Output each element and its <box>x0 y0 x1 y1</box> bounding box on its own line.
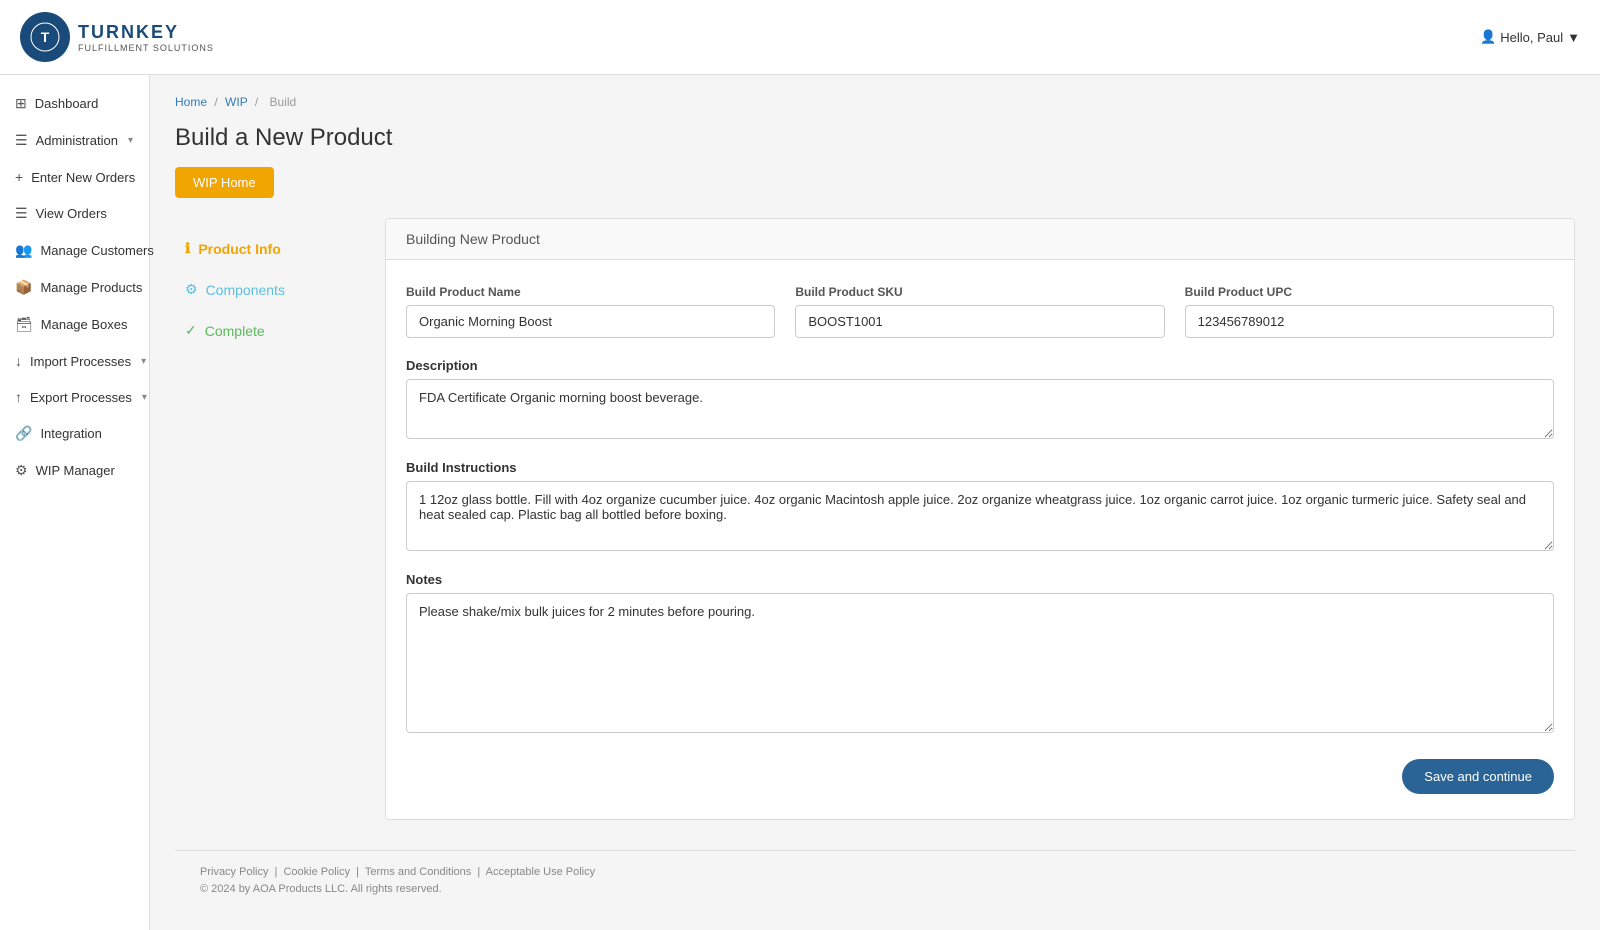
name-input[interactable] <box>406 305 775 338</box>
breadcrumb-sep-2: / <box>255 95 258 109</box>
chevron-down-icon-export: ▾ <box>142 392 147 403</box>
wip-icon: ⚙ <box>15 462 28 479</box>
fields-row: Build Product Name Build Product SKU Bui… <box>406 285 1554 338</box>
sidebar-item-administration[interactable]: ☰ Administration ▾ <box>0 122 149 159</box>
integration-icon: 🔗 <box>15 425 32 442</box>
user-arrow: ▼ <box>1567 30 1580 45</box>
topbar: T TURNKEY FULFILLMENT SOLUTIONS 👤 Hello,… <box>0 0 1600 75</box>
footer-privacy[interactable]: Privacy Policy <box>200 866 268 878</box>
upc-input[interactable] <box>1185 305 1554 338</box>
export-icon: ↑ <box>15 389 22 405</box>
form-panel-body: Build Product Name Build Product SKU Bui… <box>386 260 1574 819</box>
name-label: Build Product Name <box>406 285 775 299</box>
sidebar-item-dashboard[interactable]: ⊞ Dashboard <box>0 85 149 122</box>
form-panel: Building New Product Build Product Name … <box>385 218 1575 820</box>
boxes-icon: 🗃 <box>15 316 33 333</box>
instructions-textarea[interactable] <box>406 481 1554 551</box>
sku-label: Build Product SKU <box>795 285 1164 299</box>
products-icon: 📦 <box>15 279 32 296</box>
sidebar-label-manage-customers: Manage Customers <box>40 243 153 258</box>
info-icon: ℹ <box>185 240 190 257</box>
footer: Privacy Policy | Cookie Policy | Terms a… <box>175 850 1575 910</box>
wip-home-button[interactable]: WIP Home <box>175 167 274 198</box>
list-icon: ☰ <box>15 205 28 222</box>
step-complete-label: Complete <box>205 323 265 339</box>
sidebar-item-view-orders[interactable]: ☰ View Orders <box>0 195 149 232</box>
sidebar-label-integration: Integration <box>40 426 101 441</box>
content-wrapper: ℹ Product Info ⚙ Components ✓ Complete B… <box>175 218 1575 820</box>
gear-icon: ⚙ <box>185 281 198 298</box>
field-group-name: Build Product Name <box>406 285 775 338</box>
notes-textarea[interactable] <box>406 593 1554 733</box>
svg-text:T: T <box>41 29 50 45</box>
sidebar-item-wip-manager[interactable]: ⚙ WIP Manager <box>0 452 149 489</box>
sidebar-item-export-processes[interactable]: ↑ Export Processes ▾ <box>0 379 149 415</box>
add-icon: + <box>15 169 23 185</box>
footer-links: Privacy Policy | Cookie Policy | Terms a… <box>200 866 1550 878</box>
step-complete[interactable]: ✓ Complete <box>175 310 365 351</box>
logo-title: TURNKEY <box>78 22 214 43</box>
sidebar-item-import-processes[interactable]: ↓ Import Processes ▾ <box>0 343 149 379</box>
step-components-label: Components <box>206 282 285 298</box>
check-icon: ✓ <box>185 322 197 339</box>
sidebar-label-enter-orders: Enter New Orders <box>31 170 135 185</box>
step-product-info-label: Product Info <box>198 241 280 257</box>
sidebar-item-enter-orders[interactable]: + Enter New Orders <box>0 159 149 195</box>
chevron-down-icon: ▾ <box>128 135 133 146</box>
page-title: Build a New Product <box>175 124 1575 152</box>
breadcrumb: Home / WIP / Build <box>175 95 1575 109</box>
sidebar-label-manage-boxes: Manage Boxes <box>41 317 128 332</box>
sidebar-label-dashboard: Dashboard <box>35 96 99 111</box>
save-continue-button[interactable]: Save and continue <box>1402 759 1554 794</box>
sidebar-item-manage-boxes[interactable]: 🗃 Manage Boxes <box>0 306 149 343</box>
import-icon: ↓ <box>15 353 22 369</box>
footer-terms[interactable]: Terms and Conditions <box>365 866 471 878</box>
instructions-label: Build Instructions <box>406 460 1554 475</box>
sidebar-label-manage-products: Manage Products <box>40 280 142 295</box>
logo-subtitle: FULFILLMENT SOLUTIONS <box>78 43 214 53</box>
field-group-sku: Build Product SKU <box>795 285 1164 338</box>
sidebar-label-wip-manager: WIP Manager <box>36 463 115 478</box>
sidebar-label-import-processes: Import Processes <box>30 354 131 369</box>
user-label: Hello, Paul <box>1500 30 1563 45</box>
sidebar-label-export-processes: Export Processes <box>30 390 132 405</box>
footer-copyright: © 2024 by AOA Products LLC. All rights r… <box>200 883 1550 895</box>
administration-icon: ☰ <box>15 132 28 149</box>
logo: T TURNKEY FULFILLMENT SOLUTIONS <box>20 12 214 62</box>
description-label: Description <box>406 358 1554 373</box>
description-textarea[interactable] <box>406 379 1554 439</box>
main-content: Home / WIP / Build Build a New Product W… <box>150 75 1600 930</box>
sidebar-label-view-orders: View Orders <box>36 206 107 221</box>
chevron-down-icon-import: ▾ <box>141 356 146 367</box>
breadcrumb-home[interactable]: Home <box>175 95 207 109</box>
dashboard-icon: ⊞ <box>15 95 27 112</box>
footer-cookie[interactable]: Cookie Policy <box>283 866 350 878</box>
sidebar: ⊞ Dashboard ☰ Administration ▾ + Enter N… <box>0 75 150 930</box>
layout: ⊞ Dashboard ☰ Administration ▾ + Enter N… <box>0 75 1600 930</box>
customers-icon: 👥 <box>15 242 32 259</box>
form-panel-header: Building New Product <box>386 219 1574 260</box>
sidebar-item-manage-customers[interactable]: 👥 Manage Customers <box>0 232 149 269</box>
sku-input[interactable] <box>795 305 1164 338</box>
step-components[interactable]: ⚙ Components <box>175 269 365 310</box>
breadcrumb-sep-1: / <box>214 95 217 109</box>
breadcrumb-wip[interactable]: WIP <box>225 95 247 109</box>
user-menu[interactable]: 👤 Hello, Paul ▼ <box>1480 29 1580 45</box>
sidebar-item-integration[interactable]: 🔗 Integration <box>0 415 149 452</box>
sidebar-label-administration: Administration <box>36 133 118 148</box>
sidebar-item-manage-products[interactable]: 📦 Manage Products <box>0 269 149 306</box>
notes-label: Notes <box>406 572 1554 587</box>
breadcrumb-current: Build <box>270 95 297 109</box>
steps-panel: ℹ Product Info ⚙ Components ✓ Complete <box>175 218 365 361</box>
footer-aup[interactable]: Acceptable Use Policy <box>486 866 595 878</box>
logo-icon: T <box>20 12 70 62</box>
step-product-info[interactable]: ℹ Product Info <box>175 228 365 269</box>
upc-label: Build Product UPC <box>1185 285 1554 299</box>
user-icon: 👤 <box>1480 29 1496 45</box>
logo-text: TURNKEY FULFILLMENT SOLUTIONS <box>78 22 214 53</box>
field-group-upc: Build Product UPC <box>1185 285 1554 338</box>
form-actions: Save and continue <box>406 754 1554 794</box>
